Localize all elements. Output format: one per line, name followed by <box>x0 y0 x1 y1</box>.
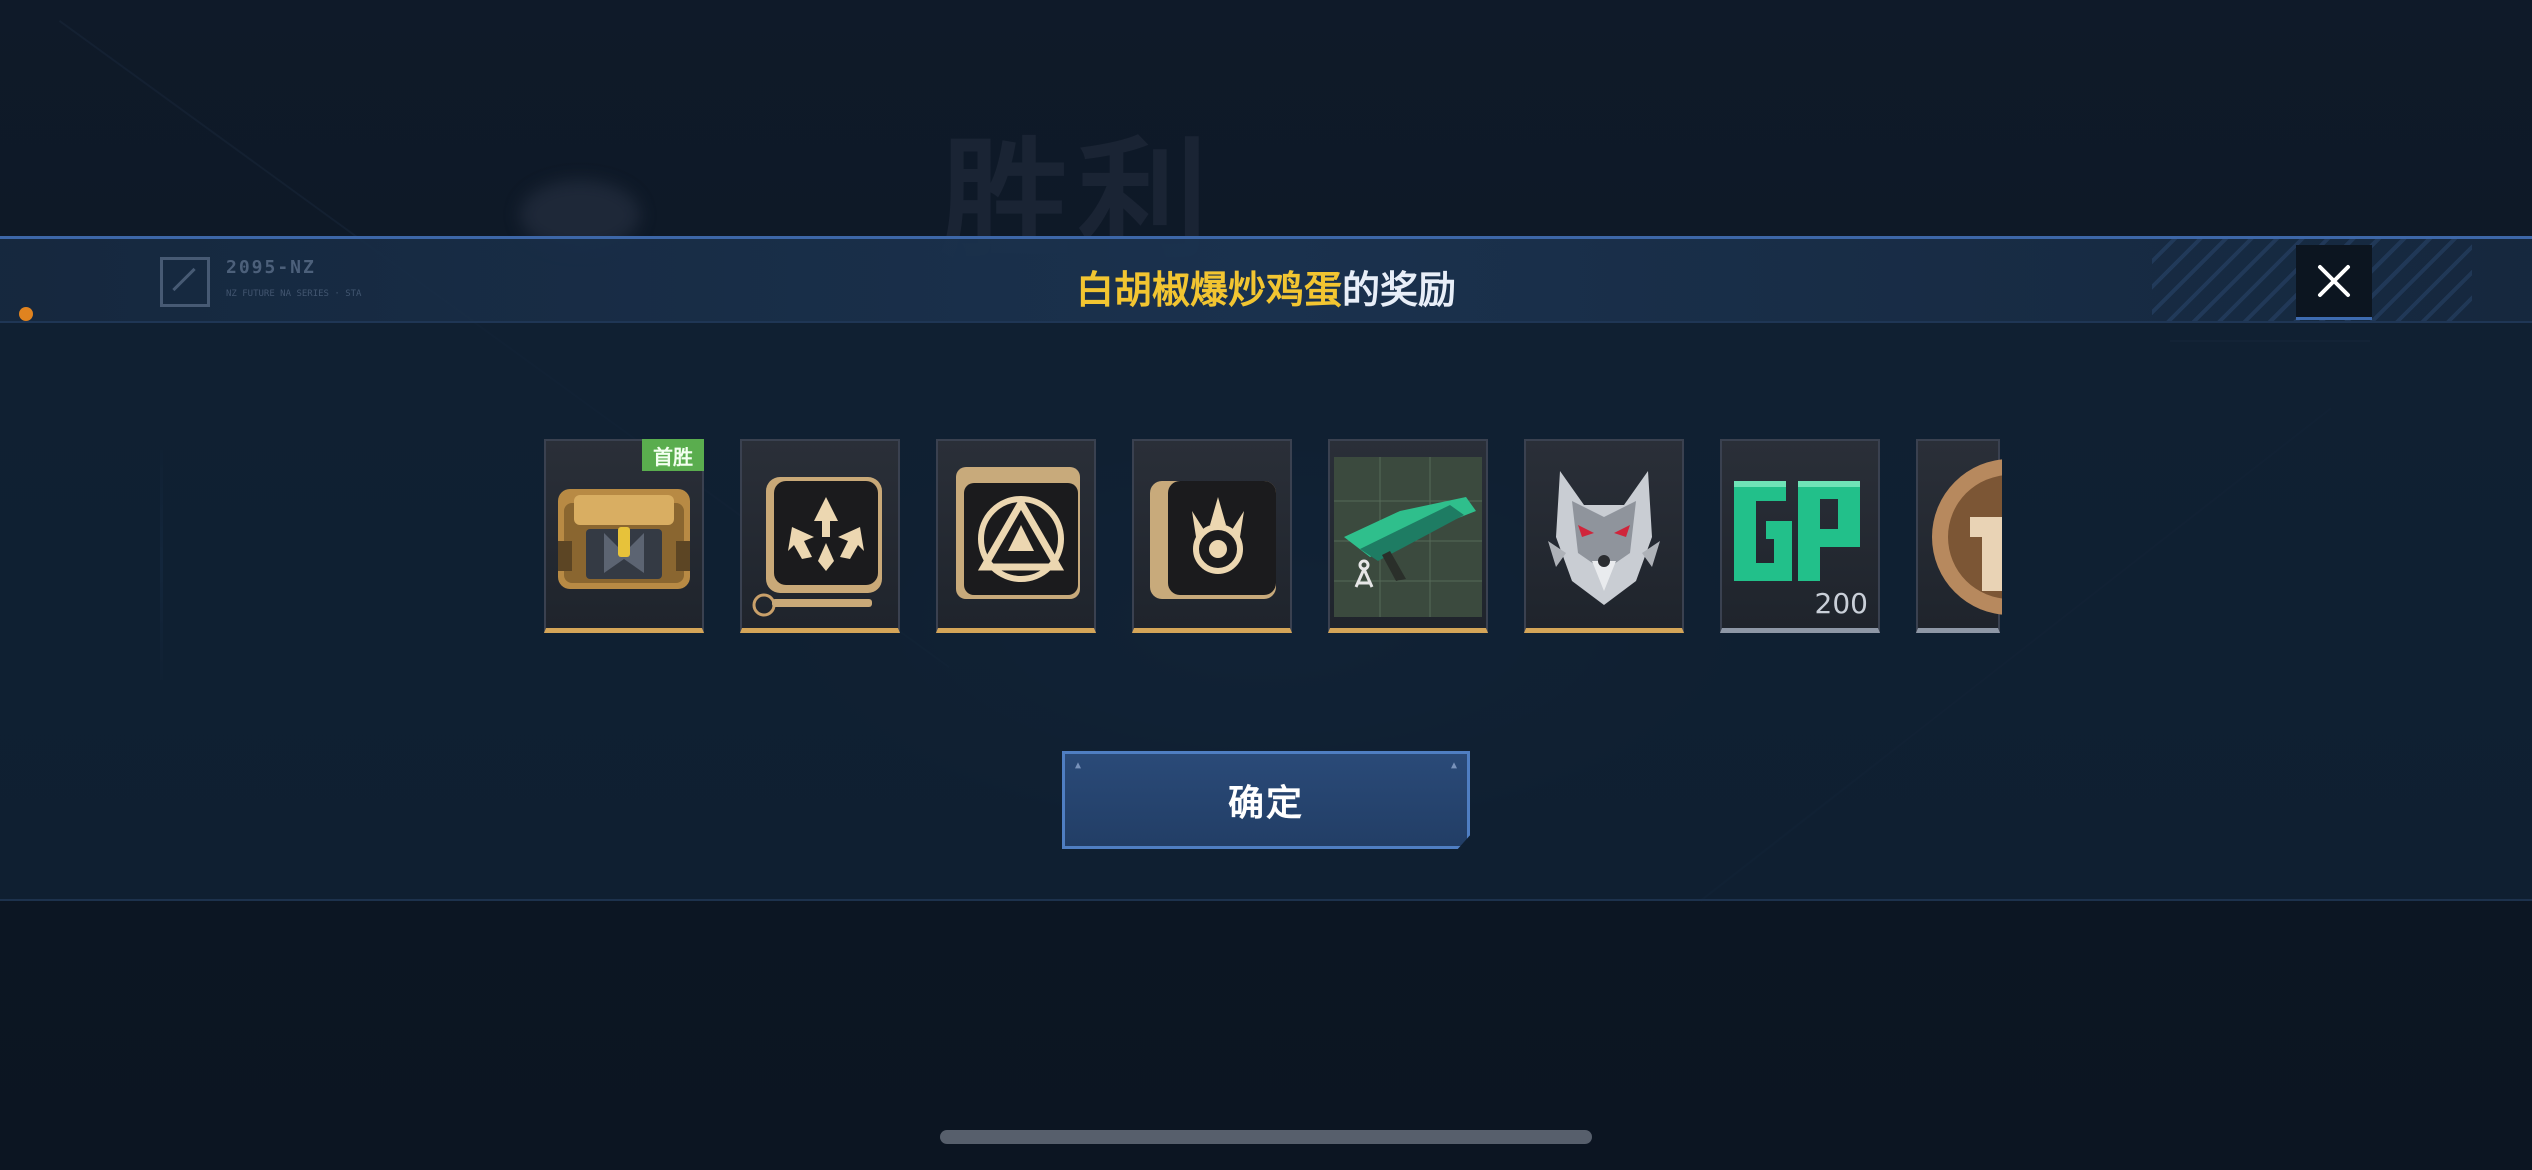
close-icon <box>2318 265 2350 297</box>
player-name: 白胡椒爆炒鸡蛋 <box>1075 268 1342 312</box>
reward-item-gp[interactable]: 200 <box>1720 439 1880 633</box>
reward-dialog: 2095-NZ NZ FUTURE NA SERIES · STA 白胡椒爆炒鸡… <box>0 236 2532 901</box>
home-indicator[interactable] <box>940 1130 1592 1144</box>
first-win-badge: 首胜 <box>642 439 704 471</box>
dialog-title: 白胡椒爆炒鸡蛋的奖励 <box>0 259 2532 314</box>
weapon-blueprint-icon <box>1334 457 1482 617</box>
game-screen: 胜利 2095-NZ NZ FUTURE NA SERIES · STA 白胡椒… <box>0 0 2532 1170</box>
reward-item-chest[interactable]: 首胜 <box>544 439 704 633</box>
crown-emblem-card-icon <box>1150 481 1276 599</box>
wolf-head-icon <box>1548 471 1660 605</box>
reward-item-emblem[interactable] <box>1132 439 1292 633</box>
reward-item-emblem[interactable] <box>936 439 1096 633</box>
reward-item-blueprint[interactable] <box>1328 439 1488 633</box>
close-button[interactable] <box>2296 245 2372 320</box>
reward-item-coin[interactable] <box>1916 439 2002 633</box>
triangle-emblem-card-icon <box>956 467 1080 599</box>
button-corner-mark: ▲ <box>1075 760 1082 771</box>
reward-item-emblem[interactable] <box>740 439 900 633</box>
notification-dot <box>19 307 33 321</box>
reward-item-wolf[interactable] <box>1524 439 1684 633</box>
reward-item-list: 首胜 200 <box>544 439 2004 635</box>
dialog-header: 2095-NZ NZ FUTURE NA SERIES · STA 白胡椒爆炒鸡… <box>0 239 2532 323</box>
title-suffix: 的奖励 <box>1342 268 1457 312</box>
button-corner-mark: ▲ <box>1450 760 1457 771</box>
arrow-emblem-card-icon <box>752 477 882 617</box>
confirm-button[interactable]: ▲ ▲ 确定 <box>1062 751 1470 849</box>
bronze-coin-icon <box>1932 459 2002 615</box>
confirm-label: 确定 <box>1227 783 1304 824</box>
item-quantity: 200 <box>1814 587 1868 620</box>
